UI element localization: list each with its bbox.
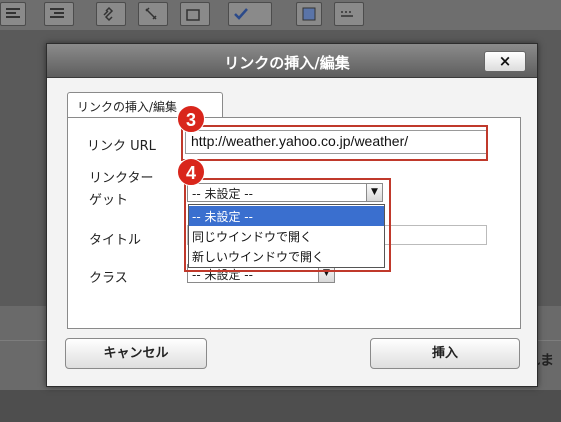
anchor-icon <box>186 9 200 21</box>
unlink-icon <box>145 7 157 20</box>
target-label-line1: リンクター <box>89 171 154 186</box>
link-icon <box>103 6 114 22</box>
step-badge-3: 3 <box>177 105 205 133</box>
spellcheck-button[interactable] <box>228 2 272 26</box>
unlink-button[interactable] <box>138 2 168 26</box>
image-button[interactable] <box>296 2 322 26</box>
dialog-titlebar[interactable]: リンクの挿入/編集 × <box>47 44 537 78</box>
target-label-line2: ゲット <box>89 193 129 208</box>
class-label: クラス <box>89 271 128 286</box>
cancel-button[interactable]: キャンセル <box>65 338 207 369</box>
image-icon <box>302 7 316 21</box>
title-label: タイトル <box>89 233 142 248</box>
editor-toolbar <box>0 0 561 30</box>
keyboard-button[interactable] <box>334 2 364 26</box>
align-left-button[interactable] <box>0 2 26 26</box>
editor-footer <box>0 390 561 422</box>
align-right-button[interactable] <box>44 2 74 26</box>
link-button[interactable] <box>96 2 126 26</box>
align-left-icon <box>6 8 20 18</box>
step-badge-4: 4 <box>177 158 205 186</box>
url-label: リンク URL <box>87 139 156 154</box>
checkmark-icon <box>234 8 248 20</box>
dialog-title: リンクの挿入/編集 <box>224 54 350 72</box>
target-highlight-box <box>184 178 391 272</box>
close-button[interactable]: × <box>484 51 526 72</box>
keyboard-icon <box>341 11 353 17</box>
url-highlight-box <box>181 125 488 161</box>
insert-button[interactable]: 挿入 <box>370 338 520 369</box>
anchor-button[interactable] <box>180 2 210 26</box>
link-dialog: リンクの挿入/編集 × リンクの挿入/編集 リンク URL http://wea… <box>46 43 538 387</box>
align-right-icon <box>50 8 64 18</box>
